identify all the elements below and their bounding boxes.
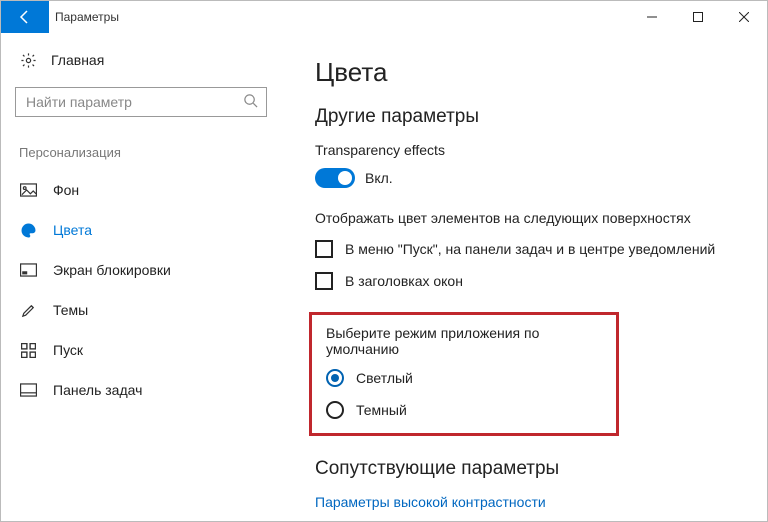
sidebar-item-colors[interactable]: Цвета xyxy=(15,210,267,250)
transparency-toggle[interactable] xyxy=(315,168,355,188)
checkbox-start-taskbar[interactable]: В меню "Пуск", на панели задач и в центр… xyxy=(315,240,747,258)
sidebar-item-label: Панель задач xyxy=(53,382,142,398)
checkbox-icon xyxy=(315,240,333,258)
main-content: Цвета Другие параметры Transparency effe… xyxy=(281,33,767,521)
close-button[interactable] xyxy=(721,1,767,33)
search-input[interactable] xyxy=(24,93,243,111)
transparency-label: Transparency effects xyxy=(315,142,747,158)
related-heading: Сопутствующие параметры xyxy=(315,458,747,480)
image-icon xyxy=(19,181,37,199)
checkbox-label: В меню "Пуск", на панели задач и в центр… xyxy=(345,241,715,257)
sidebar-item-label: Цвета xyxy=(53,222,92,238)
sidebar-item-label: Экран блокировки xyxy=(53,262,171,278)
radio-light[interactable]: Светлый xyxy=(326,369,602,387)
page-title: Цвета xyxy=(315,57,747,88)
window-controls xyxy=(629,1,767,33)
section-heading: Другие параметры xyxy=(315,106,747,128)
sidebar-item-label: Фон xyxy=(53,182,79,198)
sidebar-item-themes[interactable]: Темы xyxy=(15,290,267,330)
minimize-icon xyxy=(647,12,657,22)
taskbar-icon xyxy=(19,381,37,399)
body: Главная Персонализация Фон Цвета Экран б… xyxy=(1,33,767,521)
surfaces-label: Отображать цвет элементов на следующих п… xyxy=(315,210,747,226)
maximize-icon xyxy=(693,12,703,22)
lockscreen-icon xyxy=(19,261,37,279)
radio-icon xyxy=(326,369,344,387)
checkbox-label: В заголовках окон xyxy=(345,273,463,289)
transparency-row: Вкл. xyxy=(315,168,747,188)
palette-icon xyxy=(19,221,37,239)
start-icon xyxy=(19,341,37,359)
search-icon xyxy=(243,93,258,111)
radio-label: Светлый xyxy=(356,370,413,386)
search-box[interactable] xyxy=(15,87,267,117)
appmode-label: Выберите режим приложения по умолчанию xyxy=(326,325,602,357)
sidebar-item-label: Пуск xyxy=(53,342,83,358)
app-mode-highlight: Выберите режим приложения по умолчанию С… xyxy=(309,312,619,436)
transparency-state: Вкл. xyxy=(365,170,393,186)
close-icon xyxy=(739,12,749,22)
checkbox-titlebars[interactable]: В заголовках окон xyxy=(315,272,747,290)
section-label: Персонализация xyxy=(19,145,267,160)
sidebar-item-label: Темы xyxy=(53,302,88,318)
sidebar: Главная Персонализация Фон Цвета Экран б… xyxy=(1,33,281,521)
home-link[interactable]: Главная xyxy=(19,51,267,69)
toggle-knob xyxy=(338,171,352,185)
gear-icon xyxy=(19,51,37,69)
settings-window: Параметры Главная xyxy=(0,0,768,522)
radio-label: Темный xyxy=(356,402,407,418)
brush-icon xyxy=(19,301,37,319)
checkbox-icon xyxy=(315,272,333,290)
back-button[interactable] xyxy=(1,1,49,33)
high-contrast-link[interactable]: Параметры высокой контрастности xyxy=(315,494,747,510)
titlebar: Параметры xyxy=(1,1,767,33)
sidebar-item-lockscreen[interactable]: Экран блокировки xyxy=(15,250,267,290)
radio-icon xyxy=(326,401,344,419)
window-title: Параметры xyxy=(49,1,629,33)
sidebar-item-background[interactable]: Фон xyxy=(15,170,267,210)
maximize-button[interactable] xyxy=(675,1,721,33)
home-label: Главная xyxy=(51,52,104,68)
minimize-button[interactable] xyxy=(629,1,675,33)
arrow-left-icon xyxy=(17,9,33,25)
radio-dark[interactable]: Темный xyxy=(326,401,602,419)
sidebar-item-start[interactable]: Пуск xyxy=(15,330,267,370)
sidebar-item-taskbar[interactable]: Панель задач xyxy=(15,370,267,410)
